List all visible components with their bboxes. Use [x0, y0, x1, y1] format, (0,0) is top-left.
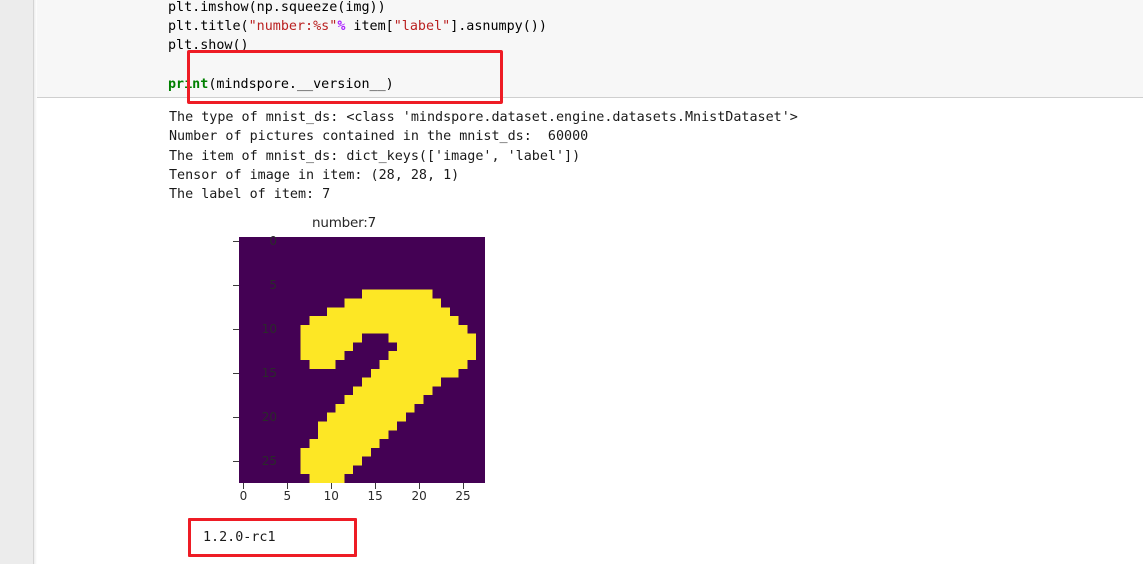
figure-axes: [239, 237, 485, 483]
stdout-line: Tensor of image in item: (28, 28, 1): [169, 167, 460, 183]
y-tick-mark: [233, 373, 239, 375]
y-tick-label: 0: [269, 234, 277, 249]
line-title: plt.title("number:%s"% item["label"].asn…: [168, 17, 547, 36]
x-tick-label: 15: [367, 489, 383, 503]
figure-title: number:7: [312, 215, 376, 231]
y-tick-mark: [233, 329, 239, 331]
notebook-page: plt.imshow(np.squeeze(img)) plt.title("nu…: [37, 0, 1143, 564]
x-tick-mark: [419, 483, 421, 489]
code-token: plt.show(): [168, 38, 249, 54]
version-output-text: 1.2.0-rc1: [203, 530, 276, 545]
x-tick-mark: [375, 483, 377, 489]
code-token: plt.title(: [168, 19, 249, 35]
x-tick-label: 0: [239, 489, 248, 503]
line-blank: [168, 56, 547, 75]
x-tick-mark: [331, 483, 333, 489]
stdout-line: The type of mnist_ds: <class 'mindspore.…: [169, 110, 798, 125]
y-tick-label: 5: [269, 278, 277, 293]
line-print-version: print(mindspore.__version__): [168, 75, 547, 94]
y-tick-label: 25: [261, 454, 277, 469]
line-imshow: plt.imshow(np.squeeze(img)): [168, 0, 547, 17]
code-token: item[: [345, 19, 394, 35]
code-cell[interactable]: plt.imshow(np.squeeze(img)) plt.title("nu…: [37, 0, 1143, 98]
code-token: "number:%s": [248, 19, 338, 35]
code-token: ].asnumpy()): [450, 19, 547, 35]
y-tick-label: 10: [261, 322, 277, 337]
code-token: plt.imshow(np.squeeze(img)): [168, 0, 386, 15]
y-tick-label: 15: [261, 366, 277, 381]
x-tick-label: 25: [455, 489, 471, 503]
code-token: "label": [393, 19, 451, 35]
x-tick-mark: [287, 483, 289, 489]
x-tick-label: 5: [283, 489, 292, 503]
x-tick-label: 20: [411, 489, 427, 503]
code-token: (mindspore.__version__): [208, 76, 394, 92]
y-tick-mark: [233, 285, 239, 287]
stdout-line: Number of pictures contained in the mnis…: [169, 129, 589, 145]
y-tick-mark: [233, 417, 239, 419]
line-show: plt.show(): [168, 36, 547, 55]
code-cell-source[interactable]: plt.imshow(np.squeeze(img)) plt.title("nu…: [168, 0, 547, 94]
x-tick-mark: [243, 483, 245, 489]
y-tick-label: 20: [261, 410, 277, 425]
y-tick-mark: [233, 461, 239, 463]
cell-output-stdout: The type of mnist_ds: <class 'mindspore.…: [169, 108, 798, 204]
stdout-line: The item of mnist_ds: dict_keys(['image'…: [169, 148, 581, 164]
mnist-digit-image: [239, 237, 485, 483]
x-tick-label: 10: [323, 489, 339, 503]
code-token: print: [168, 76, 209, 92]
y-tick-mark: [233, 241, 239, 243]
cell-output-figure: number:7 0 5 10 15 20 25 0 5 10 15 20 25: [203, 215, 503, 510]
x-tick-mark: [463, 483, 465, 489]
stdout-line: The label of item: 7: [169, 187, 331, 203]
notebook-left-gutter: [0, 0, 34, 564]
